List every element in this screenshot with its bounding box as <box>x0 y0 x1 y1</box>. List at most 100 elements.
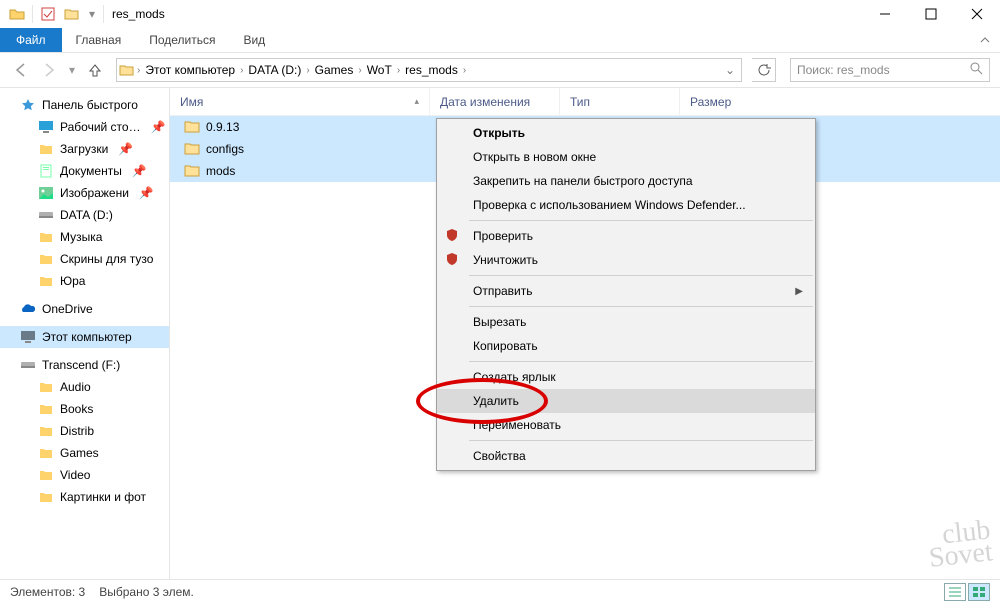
back-button[interactable] <box>10 59 32 81</box>
ribbon-tab-view[interactable]: Вид <box>229 28 279 52</box>
breadcrumb[interactable]: Этот компьютер <box>142 63 238 77</box>
tree-transcend[interactable]: Transcend (F:) <box>0 354 169 376</box>
tree-item-video[interactable]: Video <box>0 464 169 486</box>
col-name[interactable]: Имя▴ <box>170 88 430 115</box>
qat-dropdown-icon[interactable]: ▾ <box>85 3 99 25</box>
pin-icon: 📌 <box>132 164 147 178</box>
ribbon-tab-home[interactable]: Главная <box>62 28 136 52</box>
address-bar[interactable]: › Этот компьютер › DATA (D:) › Games › W… <box>116 58 742 82</box>
tree-onedrive[interactable]: OneDrive <box>0 298 169 320</box>
status-bar: Элементов: 3 Выбрано 3 элем. <box>0 579 1000 603</box>
breadcrumb[interactable]: Games <box>312 63 357 77</box>
folder-icon <box>38 423 54 439</box>
shield-icon <box>445 228 461 244</box>
address-dropdown-icon[interactable]: ⌄ <box>721 63 739 77</box>
folder-icon <box>38 251 54 267</box>
tree-item-books[interactable]: Books <box>0 398 169 420</box>
ctx-cut[interactable]: Вырезать <box>437 310 815 334</box>
up-button[interactable] <box>84 59 106 81</box>
ribbon-collapse-icon[interactable] <box>970 28 1000 52</box>
desktop-icon <box>38 119 54 135</box>
tree-this-pc[interactable]: Этот компьютер <box>0 326 169 348</box>
ctx-rename[interactable]: Переименовать <box>437 413 815 437</box>
ctx-copy[interactable]: Копировать <box>437 334 815 358</box>
ctx-av-destroy[interactable]: Уничтожить <box>437 248 815 272</box>
ctx-open[interactable]: Открыть <box>437 121 815 145</box>
pictures-icon <box>38 185 54 201</box>
minimize-button[interactable] <box>862 0 908 28</box>
tree-item-screenshots[interactable]: Скрины для тузо <box>0 248 169 270</box>
tree-item-yura[interactable]: Юра <box>0 270 169 292</box>
sort-asc-icon: ▴ <box>414 96 419 107</box>
chevron-right-icon[interactable]: › <box>238 65 245 76</box>
chevron-right-icon[interactable]: › <box>135 65 142 76</box>
chevron-right-icon[interactable]: › <box>304 65 311 76</box>
window-title: res_mods <box>112 7 165 21</box>
chevron-right-icon[interactable]: › <box>395 65 402 76</box>
folder-icon <box>6 3 28 25</box>
breadcrumb[interactable]: DATA (D:) <box>245 63 304 77</box>
column-headers[interactable]: Имя▴ Дата изменения Тип Размер <box>170 88 1000 116</box>
pin-icon: 📌 <box>151 120 166 134</box>
view-icons-button[interactable] <box>968 583 990 601</box>
search-icon[interactable] <box>970 62 983 78</box>
ctx-pin-quick-access[interactable]: Закрепить на панели быстрого доступа <box>437 169 815 193</box>
context-menu: Открыть Открыть в новом окне Закрепить н… <box>436 118 816 471</box>
ribbon-file-tab[interactable]: Файл <box>0 28 62 52</box>
navigation-tree[interactable]: Панель быстрого Рабочий сто…📌 Загрузки📌 … <box>0 88 170 579</box>
folder-icon <box>38 401 54 417</box>
tree-item-games[interactable]: Games <box>0 442 169 464</box>
onedrive-icon <box>20 301 36 317</box>
tree-item-data-d[interactable]: DATA (D:) <box>0 204 169 226</box>
folder-icon <box>184 141 200 157</box>
folder-icon <box>38 467 54 483</box>
ctx-open-new-window[interactable]: Открыть в новом окне <box>437 145 815 169</box>
tree-item-downloads[interactable]: Загрузки📌 <box>0 138 169 160</box>
tree-item-audio[interactable]: Audio <box>0 376 169 398</box>
tree-item-pictures[interactable]: Изображени📌 <box>0 182 169 204</box>
this-pc-icon <box>20 329 36 345</box>
view-details-button[interactable] <box>944 583 966 601</box>
tree-item-distrib[interactable]: Distrib <box>0 420 169 442</box>
search-placeholder: Поиск: res_mods <box>797 63 890 77</box>
refresh-button[interactable] <box>752 58 776 82</box>
status-item-count: Элементов: 3 <box>10 585 85 599</box>
tree-item-documents[interactable]: Документы📌 <box>0 160 169 182</box>
maximize-button[interactable] <box>908 0 954 28</box>
chevron-right-icon[interactable]: › <box>356 65 363 76</box>
pin-icon: 📌 <box>118 142 133 156</box>
breadcrumb[interactable]: WoT <box>364 63 395 77</box>
forward-button[interactable] <box>38 59 60 81</box>
ctx-delete[interactable]: Удалить <box>437 389 815 413</box>
folder-icon <box>38 229 54 245</box>
ribbon: Файл Главная Поделиться Вид <box>0 28 1000 52</box>
ctx-send-to[interactable]: Отправить▶ <box>437 279 815 303</box>
col-date[interactable]: Дата изменения <box>430 88 560 115</box>
folder-icon <box>184 119 200 135</box>
tree-item-pictures2[interactable]: Картинки и фот <box>0 486 169 508</box>
drive-icon <box>20 357 36 373</box>
tree-quick-access[interactable]: Панель быстрого <box>0 94 169 116</box>
search-input[interactable]: Поиск: res_mods <box>790 58 990 82</box>
col-type[interactable]: Тип <box>560 88 680 115</box>
close-button[interactable] <box>954 0 1000 28</box>
col-size[interactable]: Размер <box>680 88 760 115</box>
folder-icon <box>38 141 54 157</box>
ctx-av-check[interactable]: Проверить <box>437 224 815 248</box>
ribbon-tab-share[interactable]: Поделиться <box>135 28 229 52</box>
qat-newfolder-icon[interactable] <box>61 3 83 25</box>
star-icon <box>20 97 36 113</box>
tree-item-music[interactable]: Музыка <box>0 226 169 248</box>
titlebar: ▾ res_mods <box>0 0 1000 28</box>
shield-icon <box>445 252 461 268</box>
tree-item-desktop[interactable]: Рабочий сто…📌 <box>0 116 169 138</box>
folder-icon <box>38 379 54 395</box>
breadcrumb[interactable]: res_mods <box>402 63 461 77</box>
chevron-right-icon[interactable]: › <box>461 65 468 76</box>
folder-icon <box>38 489 54 505</box>
ctx-defender-scan[interactable]: Проверка с использованием Windows Defend… <box>437 193 815 217</box>
ctx-properties[interactable]: Свойства <box>437 444 815 468</box>
qat-properties-icon[interactable] <box>37 3 59 25</box>
recent-dropdown-icon[interactable]: ▾ <box>66 59 78 81</box>
ctx-create-shortcut[interactable]: Создать ярлык <box>437 365 815 389</box>
